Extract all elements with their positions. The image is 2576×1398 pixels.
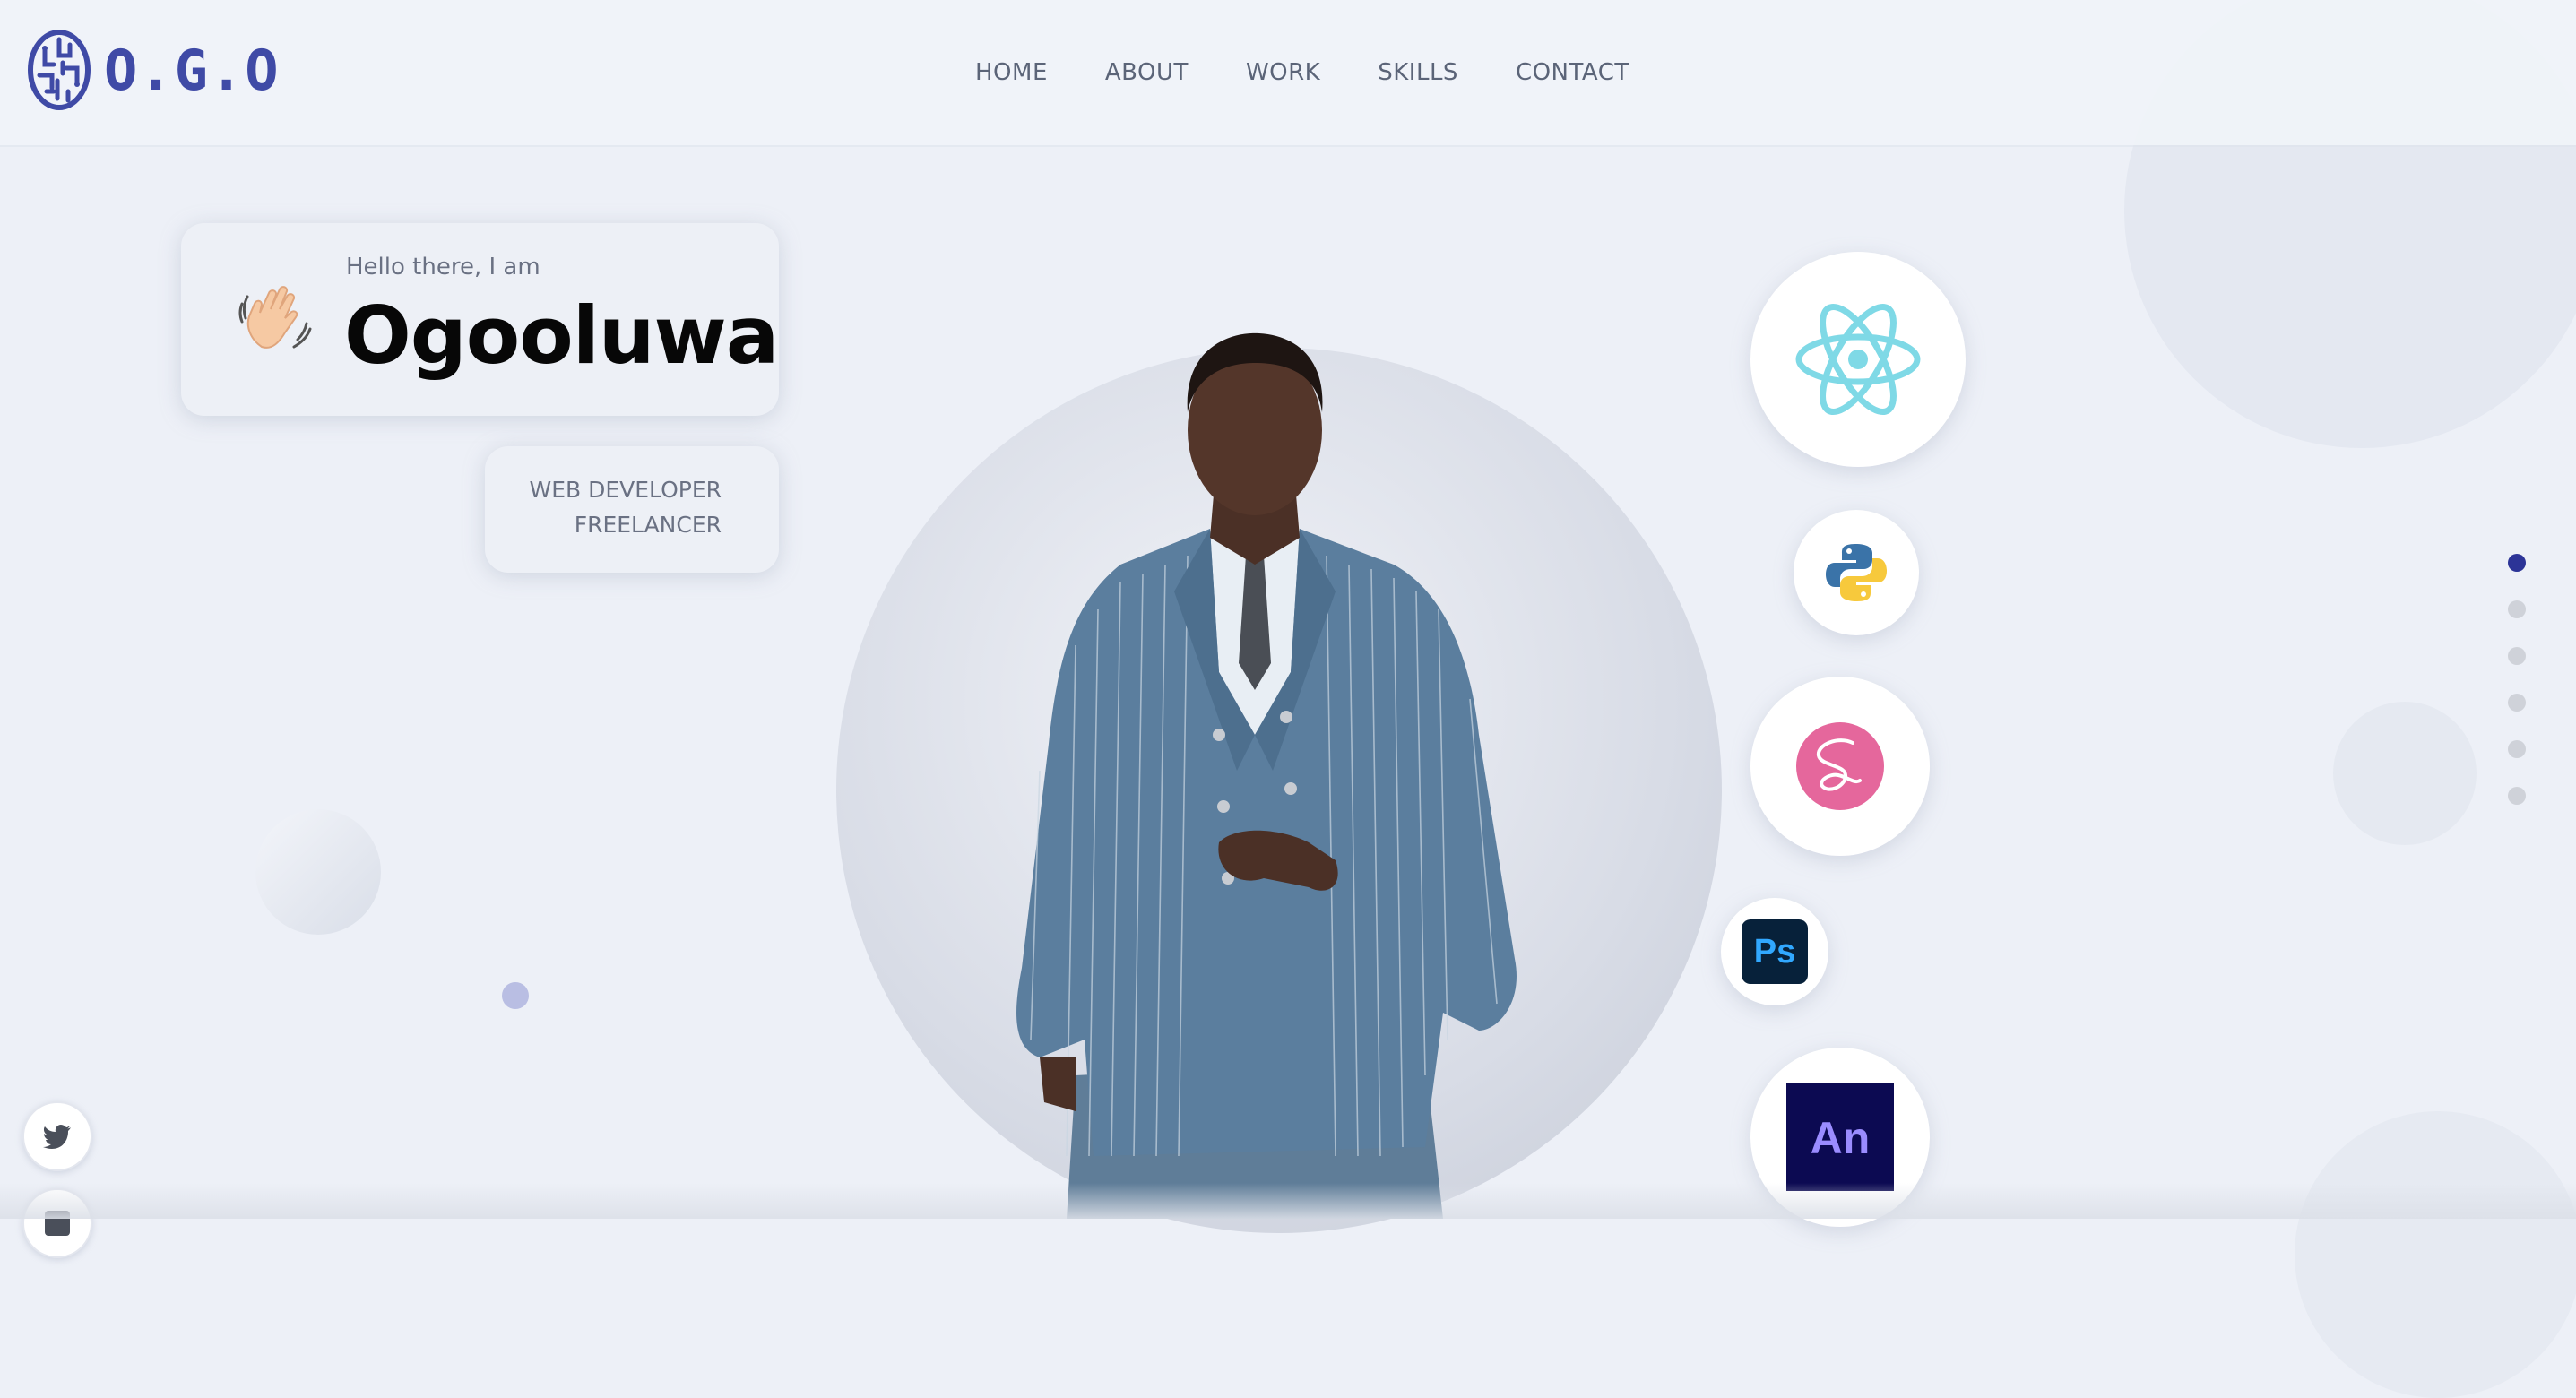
section-dot-1[interactable]: [2508, 554, 2526, 572]
bottom-fade: [0, 1183, 2576, 1219]
nav-skills[interactable]: SKILLS: [1378, 59, 1458, 86]
decor-circle-right: [2333, 702, 2477, 845]
svg-text:An: An: [1811, 1113, 1871, 1163]
twitter-icon: [43, 1125, 71, 1149]
photoshop-icon: Ps: [1742, 919, 1808, 984]
decor-circle-left: [255, 809, 381, 935]
waving-hand-icon: [238, 286, 312, 349]
animate-icon: An: [1786, 1083, 1894, 1191]
logo[interactable]: O.G.O: [27, 27, 281, 113]
section-dot-5[interactable]: [2508, 740, 2526, 758]
greeting-text: Hello there, I am: [346, 254, 540, 280]
skill-sass: [1750, 677, 1930, 856]
nav-contact[interactable]: CONTACT: [1516, 59, 1629, 86]
nav-work[interactable]: WORK: [1246, 59, 1320, 86]
profile-portrait: [1016, 332, 1517, 1219]
section-dot-3[interactable]: [2508, 647, 2526, 665]
decor-dot: [502, 982, 529, 1009]
section-dot-6[interactable]: [2508, 787, 2526, 805]
twitter-button[interactable]: [22, 1101, 92, 1171]
hero-name: Ogooluwa: [344, 289, 779, 382]
skill-python: [1794, 510, 1919, 635]
role-card: WEB DEVELOPER FREELANCER: [485, 446, 779, 573]
navbar: O.G.O HOME ABOUT WORK SKILLS CONTACT: [0, 0, 2576, 145]
svg-text:Ps: Ps: [1754, 933, 1795, 971]
logo-text: O.G.O: [104, 37, 281, 103]
main-nav: HOME ABOUT WORK SKILLS CONTACT: [975, 59, 1629, 86]
intro-card: Hello there, I am Ogooluwa: [181, 223, 779, 416]
skill-photoshop: Ps: [1721, 898, 1828, 1005]
skill-react: [1750, 252, 1966, 467]
role-web-developer: WEB DEVELOPER: [529, 477, 722, 503]
sass-icon: [1796, 722, 1884, 810]
role-freelancer: FREELANCER: [574, 512, 722, 538]
react-icon: [1795, 303, 1921, 416]
decor-circle-bottom-right: [2295, 1111, 2576, 1398]
python-icon: [1826, 544, 1887, 601]
nav-about[interactable]: ABOUT: [1105, 59, 1189, 86]
section-dot-2[interactable]: [2508, 600, 2526, 618]
section-dot-4[interactable]: [2508, 694, 2526, 712]
logo-emblem-icon: [28, 30, 91, 110]
nav-home[interactable]: HOME: [975, 59, 1048, 86]
